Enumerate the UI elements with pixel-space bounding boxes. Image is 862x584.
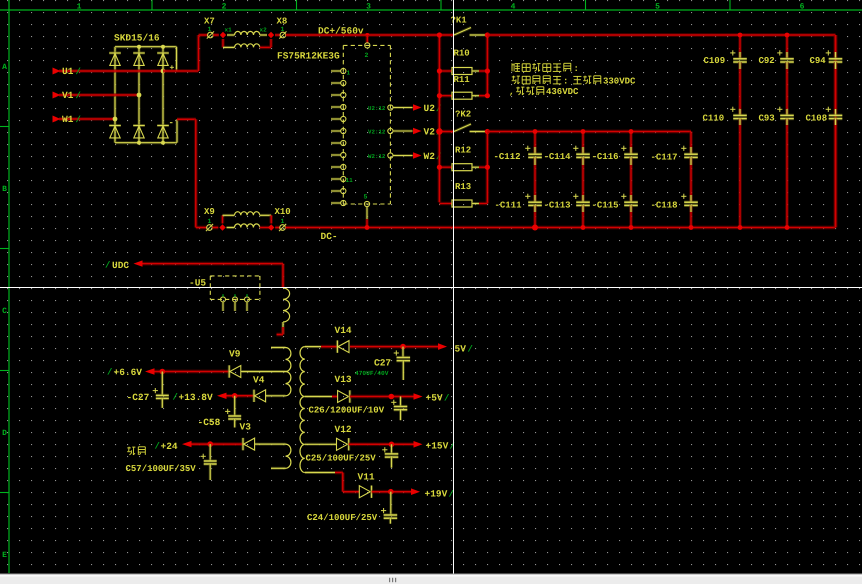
svg-text:V9: V9 bbox=[229, 349, 241, 360]
svg-text:-C58: -C58 bbox=[198, 417, 221, 428]
svg-text:/: / bbox=[155, 442, 160, 452]
svg-text:+24: +24 bbox=[161, 441, 178, 452]
svg-text:5V: 5V bbox=[455, 344, 467, 355]
svg-text:/: / bbox=[76, 67, 81, 77]
svg-text:C92: C92 bbox=[759, 56, 775, 66]
svg-text:1: 1 bbox=[208, 218, 212, 225]
svg-text:W2:12: W2:12 bbox=[368, 153, 386, 160]
svg-text:x2: x2 bbox=[260, 27, 268, 34]
svg-text:R12: R12 bbox=[455, 146, 471, 156]
svg-text:V2: V2 bbox=[424, 126, 436, 137]
svg-text:/: / bbox=[444, 394, 449, 404]
svg-text:/: / bbox=[76, 115, 81, 125]
svg-text:-C113: -C113 bbox=[544, 201, 571, 211]
svg-text:E: E bbox=[2, 551, 7, 560]
svg-text:V11: V11 bbox=[358, 472, 375, 483]
svg-text:C: C bbox=[2, 307, 7, 316]
svg-text:330VDC: 330VDC bbox=[603, 77, 636, 87]
svg-text:+19V: +19V bbox=[425, 489, 448, 500]
svg-text:4: 4 bbox=[511, 3, 516, 12]
svg-text:B: B bbox=[2, 185, 7, 194]
svg-text:/: / bbox=[450, 442, 455, 452]
svg-text:R11: R11 bbox=[454, 75, 471, 85]
svg-text:C110: C110 bbox=[703, 113, 725, 123]
svg-text:5: 5 bbox=[364, 194, 368, 201]
svg-text:+6.6V: +6.6V bbox=[114, 367, 143, 378]
svg-text:D: D bbox=[2, 429, 7, 438]
svg-text:V1: V1 bbox=[62, 90, 74, 101]
svg-text:R13: R13 bbox=[455, 182, 471, 192]
svg-text:U2:12: U2:12 bbox=[368, 105, 386, 112]
svg-text::: : bbox=[574, 64, 579, 74]
svg-text:V4: V4 bbox=[253, 375, 265, 386]
svg-text:W2: W2 bbox=[424, 151, 436, 162]
svg-text:1: 1 bbox=[281, 218, 285, 225]
svg-text:-C117: -C117 bbox=[651, 153, 678, 163]
svg-text:-U5: -U5 bbox=[189, 278, 206, 289]
svg-text:X9: X9 bbox=[204, 207, 215, 217]
svg-text:C93: C93 bbox=[759, 113, 775, 123]
svg-text:/: / bbox=[173, 393, 178, 403]
svg-text:V14: V14 bbox=[335, 325, 352, 336]
svg-text:C108: C108 bbox=[806, 113, 828, 123]
svg-text:11: 11 bbox=[346, 177, 354, 184]
svg-text:-C27: -C27 bbox=[127, 392, 150, 403]
svg-text:C24/100UF/25V: C24/100UF/25V bbox=[307, 513, 378, 523]
svg-text:6: 6 bbox=[800, 3, 805, 12]
svg-text:+15V: +15V bbox=[426, 441, 449, 452]
svg-text:X7: X7 bbox=[204, 17, 215, 27]
svg-text:-C118: -C118 bbox=[651, 201, 678, 211]
svg-text:1: 1 bbox=[208, 26, 212, 33]
svg-text:/: / bbox=[107, 368, 112, 378]
svg-text:436VDC: 436VDC bbox=[546, 87, 579, 97]
svg-text:,: , bbox=[509, 87, 514, 97]
svg-text:+5V: +5V bbox=[426, 393, 443, 404]
svg-text:V2:12: V2:12 bbox=[368, 129, 386, 136]
svg-text:1: 1 bbox=[347, 70, 351, 77]
svg-text:2: 2 bbox=[222, 3, 227, 12]
svg-text:-: - bbox=[169, 118, 174, 128]
svg-text:U1: U1 bbox=[62, 66, 74, 77]
svg-text:/: / bbox=[105, 261, 110, 271]
svg-text:-C114: -C114 bbox=[544, 152, 572, 162]
svg-text:+13.8V: +13.8V bbox=[179, 392, 214, 403]
svg-text:-C116: -C116 bbox=[592, 152, 619, 162]
svg-text:C94: C94 bbox=[810, 56, 827, 66]
svg-text:R10: R10 bbox=[454, 49, 470, 59]
svg-text:2: 2 bbox=[365, 52, 369, 59]
svg-text:-C112: -C112 bbox=[494, 152, 521, 162]
svg-text:x1: x1 bbox=[225, 27, 233, 34]
svg-text:W1: W1 bbox=[62, 114, 74, 125]
svg-text:V12: V12 bbox=[335, 424, 352, 435]
svg-text:/: / bbox=[76, 91, 81, 101]
svg-text:U2: U2 bbox=[424, 103, 436, 114]
svg-text:-C111: -C111 bbox=[495, 201, 523, 211]
svg-text:C109: C109 bbox=[704, 56, 726, 66]
svg-text:1: 1 bbox=[281, 26, 285, 33]
svg-text:C26/1200UF/10V: C26/1200UF/10V bbox=[309, 406, 385, 416]
svg-text:1: 1 bbox=[77, 3, 82, 12]
svg-text:470UF/40V: 470UF/40V bbox=[355, 370, 389, 377]
svg-text:DC-: DC- bbox=[321, 231, 338, 242]
svg-text:C25/100UF/25V: C25/100UF/25V bbox=[306, 454, 377, 464]
svg-text:DC+/560v: DC+/560v bbox=[318, 26, 364, 37]
svg-text::: : bbox=[563, 77, 568, 87]
svg-text:A: A bbox=[2, 63, 7, 72]
svg-text:FS75R12KE3G: FS75R12KE3G bbox=[277, 51, 340, 62]
svg-text:SKD15/16: SKD15/16 bbox=[114, 33, 160, 44]
svg-text:5: 5 bbox=[655, 3, 660, 12]
svg-text:?K2: ?K2 bbox=[455, 110, 471, 120]
svg-text:/: / bbox=[468, 345, 473, 355]
svg-text:3: 3 bbox=[366, 3, 371, 12]
svg-text:UDC: UDC bbox=[112, 260, 129, 271]
svg-text:X10: X10 bbox=[275, 207, 291, 217]
svg-text:C57/100UF/35V: C57/100UF/35V bbox=[126, 464, 197, 474]
svg-text:-C115: -C115 bbox=[592, 201, 619, 211]
svg-text:X8: X8 bbox=[277, 17, 288, 27]
svg-text:C27: C27 bbox=[374, 358, 391, 369]
svg-text:V3: V3 bbox=[240, 422, 252, 433]
svg-text:V13: V13 bbox=[335, 374, 352, 385]
